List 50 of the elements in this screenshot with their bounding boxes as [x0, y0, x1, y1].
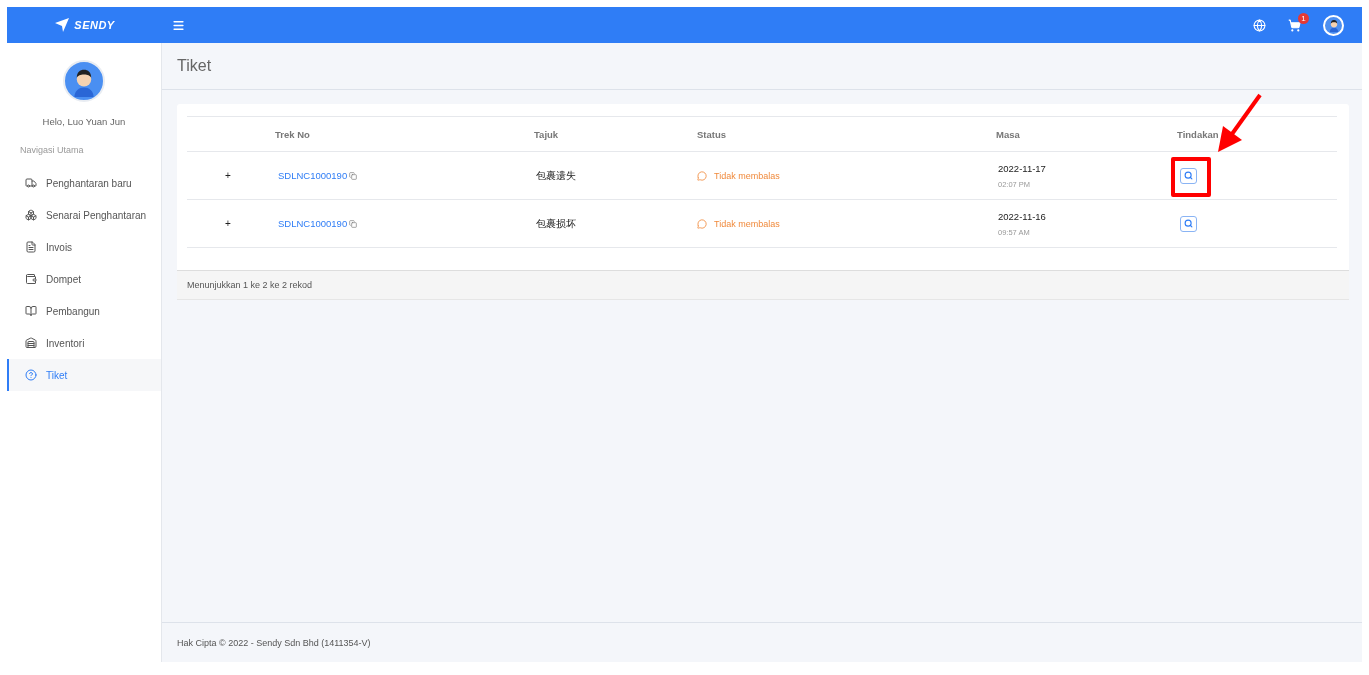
paper-plane-icon	[54, 17, 71, 33]
table-cell: 包裹遗失	[536, 168, 576, 183]
nav-item[interactable]: Pembangun	[7, 295, 161, 327]
column-header: Masa	[996, 128, 1020, 140]
chat-icon	[697, 170, 707, 181]
menu-icon[interactable]	[172, 18, 185, 32]
date-text: 2022-11-16	[998, 210, 1046, 222]
greeting: Helo, Luo Yuan Jun	[42, 116, 126, 127]
boxes-icon	[25, 209, 37, 221]
user-avatar[interactable]	[1323, 14, 1344, 36]
column-header: Tindakan	[1177, 128, 1219, 140]
search-button[interactable]	[1180, 167, 1197, 184]
column-header: Tajuk	[534, 128, 559, 140]
logo: SENDY	[74, 19, 115, 31]
help-icon	[25, 369, 37, 381]
tracking-link[interactable]: SDLNC1000190	[278, 218, 348, 229]
record-summary: Menunjukkan 1 ke 2 ke 2 rekod	[177, 270, 1349, 300]
search-icon	[1184, 219, 1193, 228]
copy-icon[interactable]	[349, 219, 358, 228]
tracking-link[interactable]: SDLNC1000190	[278, 170, 348, 181]
annotation-arrow	[1218, 93, 1262, 152]
page-title: Tiket	[177, 57, 212, 75]
table-cell: 包裹损坏	[536, 216, 576, 231]
nav-item[interactable]: Dompet	[7, 263, 161, 295]
nav-item[interactable]: Invois	[7, 231, 161, 263]
cart-icon[interactable]	[1288, 18, 1301, 32]
status-text: Tidak membalas	[714, 170, 780, 181]
cart-count-badge: 1	[1298, 12, 1309, 24]
expand-button[interactable]: +	[225, 170, 231, 181]
wallet-icon	[25, 273, 37, 285]
column-header: Trek No	[275, 128, 310, 140]
copy-icon[interactable]	[349, 171, 358, 180]
search-button[interactable]	[1180, 215, 1197, 232]
globe-icon[interactable]	[1253, 18, 1266, 32]
expand-button[interactable]: +	[225, 218, 231, 229]
warehouse-icon	[25, 337, 37, 349]
nav-item[interactable]: Tiket	[7, 359, 161, 391]
column-header: Status	[697, 128, 727, 140]
copyright-text: Hak Cipta © 2022 - Sendy Sdn Bhd (1411354-V)	[177, 637, 371, 648]
book-icon	[25, 305, 37, 317]
search-icon	[1184, 171, 1193, 180]
section-heading: Navigasi Utama	[20, 145, 85, 155]
status-text: Tidak membalas	[714, 218, 780, 229]
truck-icon	[25, 177, 37, 189]
chat-icon	[697, 218, 707, 229]
date-text: 2022-11-17	[998, 162, 1046, 174]
nav-item[interactable]: Senarai Penghantaran	[7, 199, 161, 231]
nav-item[interactable]: Inventori	[7, 327, 161, 359]
document-icon	[25, 241, 37, 253]
nav-item[interactable]: Penghantaran baru	[7, 167, 161, 199]
